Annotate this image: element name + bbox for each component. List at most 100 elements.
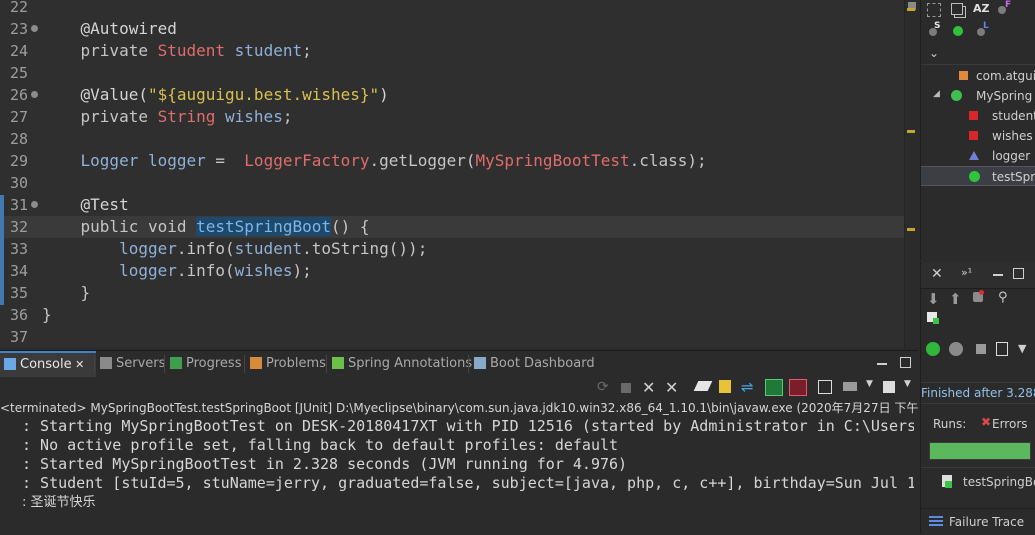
show-console-stdout-icon[interactable] (765, 379, 783, 396)
code-line[interactable]: 24 private Student student; (0, 40, 904, 62)
code-text: private String wishes; (42, 106, 293, 128)
console-tab-servers[interactable]: Servers (96, 351, 166, 377)
code-line[interactable]: 23 @Autowired (0, 18, 904, 40)
code-line[interactable]: 22 (0, 0, 904, 18)
outline-item[interactable]: testSpr (921, 166, 1035, 186)
overview-marker[interactable] (907, 228, 915, 231)
failure-trace-divider (921, 508, 1035, 509)
test-item-label[interactable]: testSpringBo (963, 475, 1035, 489)
code-line[interactable]: 27 private String wishes; (0, 106, 904, 128)
next-failure-icon[interactable]: ⬇ (927, 290, 940, 308)
code-token: private (42, 41, 158, 60)
console-maximize-icon[interactable] (900, 357, 911, 368)
relaunch-icon[interactable]: ⟳ (597, 379, 609, 395)
stop-icon[interactable] (976, 344, 986, 354)
code-line[interactable]: 28 (0, 128, 904, 150)
code-token: MySpringBootTest (475, 151, 630, 170)
code-token: @Autowired (42, 19, 177, 38)
overflow-tabs-icon[interactable]: »¹ (961, 266, 972, 279)
code-line[interactable]: 26 @Value("${auguigu.best.wishes}") (0, 84, 904, 106)
link-with-editor-icon[interactable] (951, 3, 963, 15)
clear-console-icon[interactable] (693, 381, 713, 391)
code-text: @Value("${auguigu.best.wishes}") (42, 84, 389, 106)
remove-launch-icon[interactable]: ✕ (642, 378, 655, 397)
scroll-lock-icon[interactable] (719, 380, 731, 393)
code-token: ; (302, 41, 312, 60)
class-icon (951, 90, 962, 101)
code-text: @Autowired (42, 18, 177, 40)
code-token: Student (157, 41, 226, 60)
scroll-lock-icon[interactable]: ⚲ (998, 290, 1008, 305)
terminate-icon[interactable] (621, 383, 631, 393)
close-tab-icon[interactable]: ✕ (72, 358, 84, 371)
remove-all-terminated-icon[interactable]: ✕ (665, 378, 678, 397)
code-line[interactable]: 34 logger.info(wishes); (0, 260, 904, 282)
collapse-all-icon[interactable] (927, 3, 941, 17)
minimize-icon[interactable] (993, 274, 1003, 276)
outline-item[interactable]: com.atgui (921, 66, 1035, 86)
code-line[interactable]: 33 logger.info(student.toString()); (0, 238, 904, 260)
servers-icon (100, 357, 112, 369)
code-token: String (157, 107, 216, 126)
outline-item[interactable]: student (921, 106, 1035, 126)
junit-tab-icon[interactable]: ✕ (931, 266, 943, 282)
code-line[interactable]: 32 public void testSpringBoot() { (0, 216, 904, 238)
previous-failure-icon[interactable]: ⬆ (949, 290, 962, 308)
hide-nonpublic-icon[interactable] (953, 26, 963, 36)
outline-item[interactable]: wishes (921, 126, 1035, 146)
overview-marker[interactable] (907, 130, 915, 133)
code-token: LoggerFactory (244, 151, 370, 170)
console-tab-label: Problems (266, 356, 326, 371)
fold-toggle-icon[interactable] (31, 201, 38, 208)
maximize-icon[interactable] (1013, 268, 1024, 279)
code-editor[interactable]: 22 23 @Autowired 24 private Student studen… (0, 0, 904, 348)
errors-icon: ✖ (981, 415, 992, 429)
history-icon[interactable] (996, 342, 1008, 356)
errors-label: Errors (992, 417, 1028, 431)
open-console-icon[interactable] (883, 381, 895, 393)
overview-marker[interactable] (907, 8, 915, 11)
console-output-line: : Student [stuId=5, stuName=jerry, gradu… (22, 474, 914, 492)
code-token: } (42, 305, 52, 324)
console-minimize-icon[interactable] (877, 363, 887, 365)
sort-icon[interactable]: AZ (973, 2, 990, 15)
open-console-dropdown-icon[interactable]: ▼ (904, 379, 911, 389)
code-text: private Student student; (42, 40, 312, 62)
fold-toggle-icon[interactable] (31, 25, 38, 32)
code-line[interactable]: 35 } (0, 282, 904, 304)
line-number: 33 (10, 240, 29, 258)
outline-item[interactable]: logger (921, 146, 1035, 166)
expand-arrow-icon[interactable]: ◢ (933, 89, 940, 99)
code-line[interactable]: 30 (0, 172, 904, 194)
editor-vertical-scrollbar[interactable] (904, 0, 919, 348)
code-token: public void (42, 217, 197, 236)
code-token: wishes (215, 107, 283, 126)
code-line[interactable]: 29 Logger logger = LoggerFactory.getLogg… (0, 150, 904, 172)
code-token: = (205, 151, 245, 170)
console-tab-problems[interactable]: Problems (246, 351, 328, 377)
display-console-dropdown-icon[interactable]: ▼ (866, 379, 873, 389)
rerun-test-icon[interactable] (926, 342, 940, 356)
code-line[interactable]: 25 (0, 62, 904, 84)
code-line[interactable]: 31 @Test (0, 194, 904, 216)
word-wrap-icon[interactable]: ⇌ (741, 378, 754, 396)
view-menu-icon[interactable]: ▼ (1018, 342, 1026, 355)
rerun-failed-icon[interactable] (949, 342, 963, 356)
code-line[interactable]: 37 (0, 326, 904, 348)
code-token: student (225, 41, 303, 60)
problems-icon (250, 357, 262, 369)
console-tab-boot-dashboard[interactable]: Boot Dashboard (470, 351, 595, 377)
console-tab-progress[interactable]: Progress (166, 351, 246, 377)
finished-time-label: Finished after 3.288 (921, 382, 1035, 404)
private-field-icon (969, 131, 978, 140)
view-menu-chevron-icon[interactable]: ⌄ (929, 46, 939, 60)
fold-toggle-icon[interactable] (31, 91, 38, 98)
code-line[interactable]: 36} (0, 304, 904, 326)
display-selected-console-icon[interactable] (843, 382, 857, 391)
show-console-stderr-icon[interactable] (789, 379, 807, 396)
console-tab-console[interactable]: Console ✕ (0, 351, 96, 377)
console-tab-spring-annotations[interactable]: Spring Annotations (328, 351, 472, 377)
terminated-process-label: <terminated> MySpringBootTest.testSpring… (0, 399, 918, 417)
pin-console-icon[interactable] (818, 380, 832, 394)
code-text: public void testSpringBoot() { (42, 216, 370, 238)
